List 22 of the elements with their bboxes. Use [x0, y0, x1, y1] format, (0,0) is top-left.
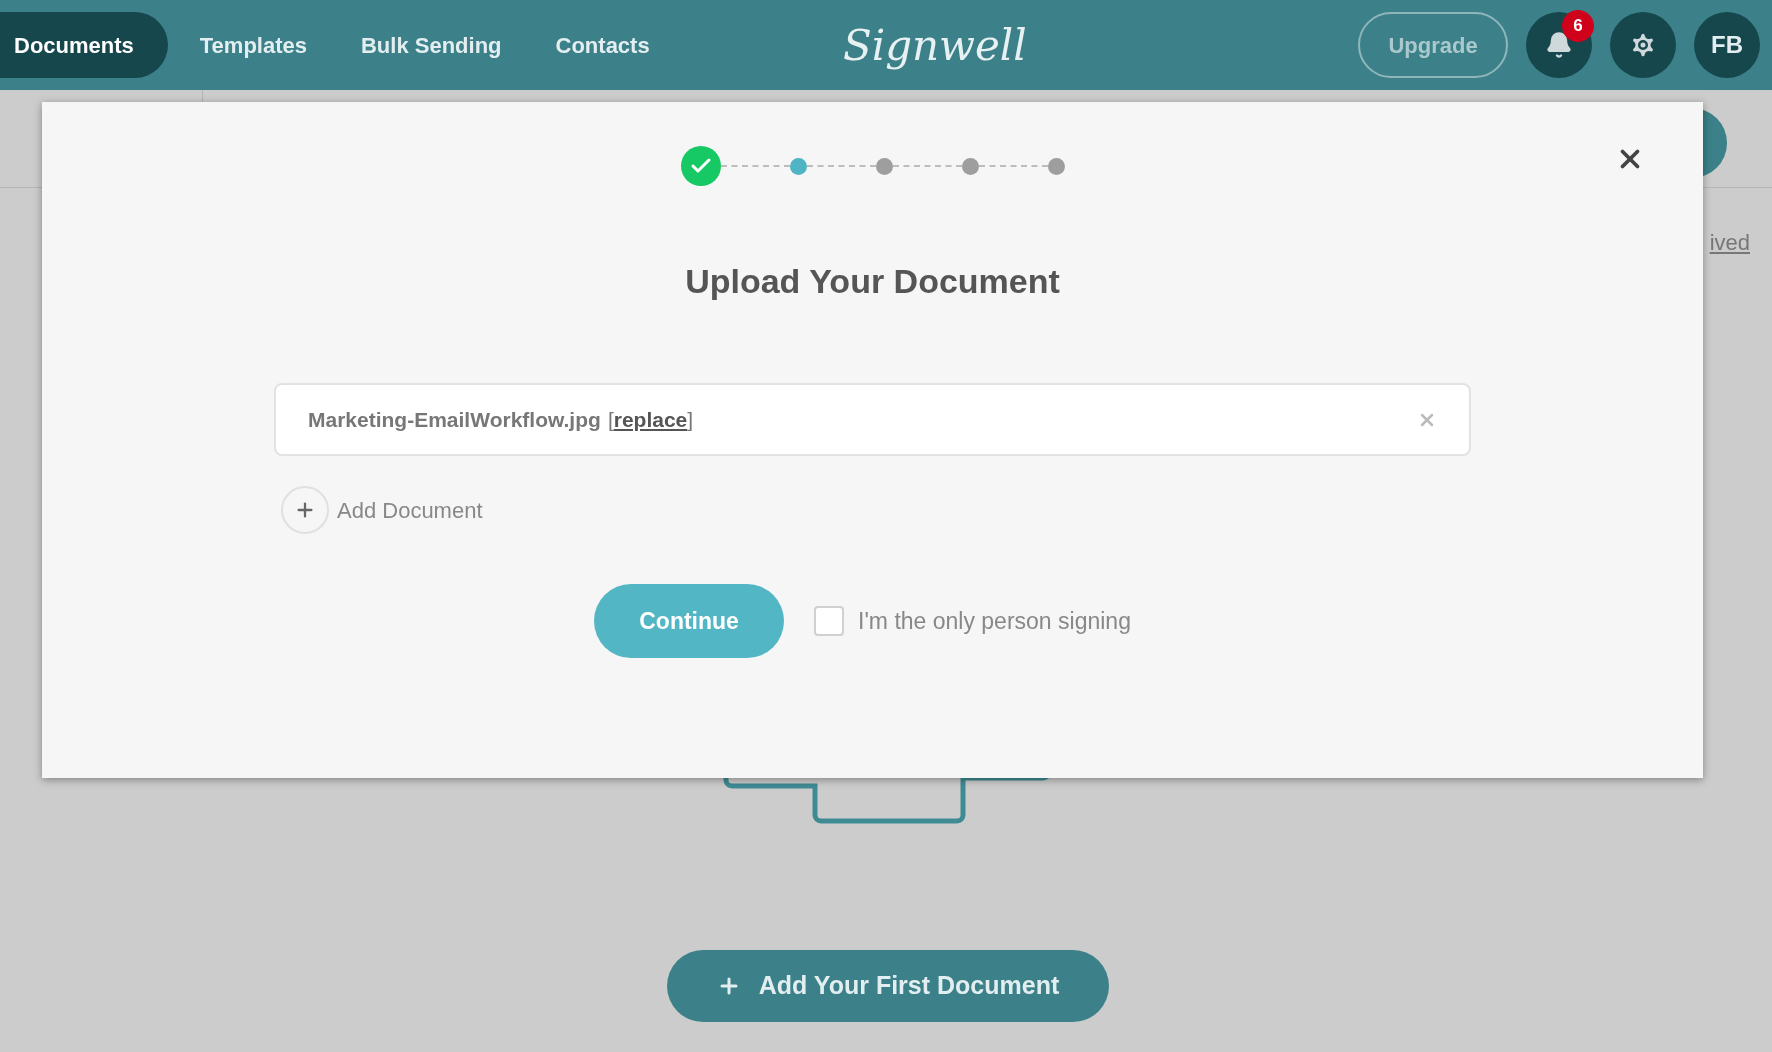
avatar[interactable]: FB — [1694, 12, 1760, 78]
notification-count: 6 — [1562, 10, 1594, 42]
checkbox-label: I'm the only person signing — [858, 606, 1131, 636]
checkbox[interactable] — [814, 606, 845, 636]
file-name: Marketing-EmailWorkflow.jpg — [308, 406, 601, 433]
dialog-title: Upload Your Document — [685, 261, 1060, 302]
replace-bracket: ] — [687, 406, 694, 433]
nav-tab[interactable]: Documents — [0, 12, 168, 78]
file-field[interactable]: Marketing-EmailWorkflow.jpg [replace] — [274, 383, 1471, 456]
add-document-label[interactable]: Add Document — [337, 493, 483, 527]
add-document-icon[interactable] — [281, 486, 329, 534]
add-first-document-button[interactable]: Add Your First Document — [666, 950, 1110, 1022]
continue-button[interactable]: Continue — [594, 584, 785, 658]
archived-link[interactable]: ived — [1709, 226, 1750, 259]
nav-tab[interactable]: Templates — [177, 12, 329, 78]
replace-bracket: [ — [607, 406, 614, 433]
logo: Signwell — [842, 19, 1027, 72]
upgrade-button[interactable]: Upgrade — [1358, 12, 1508, 78]
nav-tab[interactable]: Bulk Sending — [339, 12, 524, 78]
nav-tab[interactable]: Contacts — [533, 12, 672, 78]
replace-link[interactable]: replace — [613, 403, 688, 436]
bell-icon — [1545, 31, 1573, 59]
